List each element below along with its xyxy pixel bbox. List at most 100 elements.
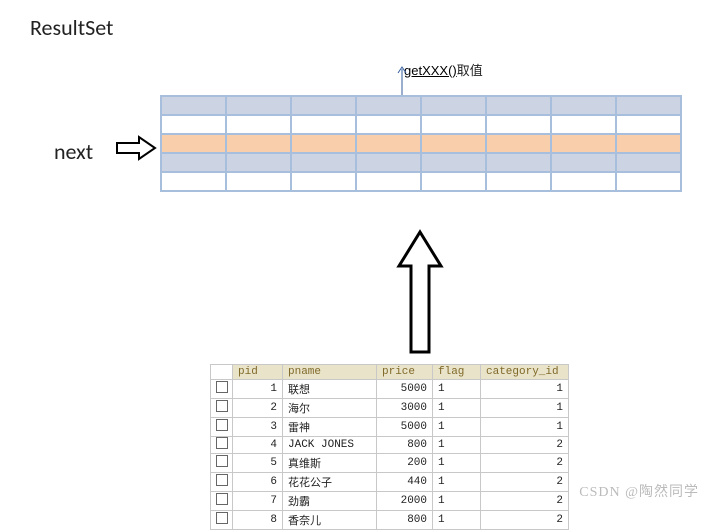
cell-flag: 1	[433, 399, 481, 418]
cell-price: 3000	[377, 399, 433, 418]
grid-cell	[226, 134, 291, 153]
row-checkbox[interactable]	[211, 437, 233, 454]
getxxx-method: getXXX()	[404, 63, 457, 78]
row-checkbox[interactable]	[211, 473, 233, 492]
table-row: 1 联想 5000 1 1	[211, 380, 569, 399]
grid-cell	[616, 115, 681, 134]
cell-flag: 1	[433, 473, 481, 492]
cell-category: 1	[481, 380, 569, 399]
table-row: 6 花花公子 440 1 2	[211, 473, 569, 492]
grid-cell	[616, 172, 681, 191]
table-row: 5 真维斯 200 1 2	[211, 454, 569, 473]
db-header-category: category_id	[481, 365, 569, 380]
grid-row	[161, 153, 681, 172]
cell-pname: 联想	[283, 380, 377, 399]
grid-row-current	[161, 134, 681, 153]
row-checkbox[interactable]	[211, 380, 233, 399]
cell-pid: 8	[233, 511, 283, 530]
cell-flag: 1	[433, 454, 481, 473]
getxxx-label: getXXX()取值	[404, 60, 483, 79]
cell-pname: 海尔	[283, 399, 377, 418]
grid-cell	[161, 172, 226, 191]
cell-price: 800	[377, 437, 433, 454]
db-header-row: pid pname price flag category_id	[211, 365, 569, 380]
grid-cell	[421, 134, 486, 153]
grid-cell	[421, 172, 486, 191]
cell-category: 2	[481, 454, 569, 473]
grid-cell	[291, 172, 356, 191]
cell-pid: 6	[233, 473, 283, 492]
grid-cell	[551, 172, 616, 191]
grid-cell	[291, 96, 356, 115]
cell-category: 2	[481, 473, 569, 492]
grid-cell	[161, 115, 226, 134]
grid-cell	[291, 134, 356, 153]
cell-flag: 1	[433, 492, 481, 511]
cell-price: 5000	[377, 380, 433, 399]
grid-row	[161, 96, 681, 115]
db-table: pid pname price flag category_id 1 联想 50…	[210, 364, 569, 530]
cell-pname: 劲霸	[283, 492, 377, 511]
cell-category: 1	[481, 418, 569, 437]
cell-pid: 5	[233, 454, 283, 473]
cell-price: 5000	[377, 418, 433, 437]
cell-price: 200	[377, 454, 433, 473]
cell-pid: 3	[233, 418, 283, 437]
row-checkbox[interactable]	[211, 511, 233, 530]
table-row: 7 劲霸 2000 1 2	[211, 492, 569, 511]
page-title: ResultSet	[30, 14, 113, 41]
cell-category: 2	[481, 492, 569, 511]
cell-pname: 花花公子	[283, 473, 377, 492]
grid-cell	[486, 172, 551, 191]
db-header-flag: flag	[433, 365, 481, 380]
grid-cell	[226, 172, 291, 191]
resultset-grid	[160, 95, 682, 192]
table-row: 2 海尔 3000 1 1	[211, 399, 569, 418]
grid-cell	[226, 153, 291, 172]
cell-category: 2	[481, 437, 569, 454]
db-header-checkbox	[211, 365, 233, 380]
grid-cell	[551, 153, 616, 172]
cell-pid: 4	[233, 437, 283, 454]
cell-flag: 1	[433, 418, 481, 437]
watermark-text: CSDN @陶然同学	[579, 481, 699, 501]
table-row: 8 香奈儿 800 1 2	[211, 511, 569, 530]
getxxx-suffix: 取值	[457, 63, 483, 78]
row-checkbox[interactable]	[211, 492, 233, 511]
db-body: 1 联想 5000 1 1 2 海尔 3000 1 1 3 雷神 5000 1 …	[211, 380, 569, 530]
grid-cell	[421, 153, 486, 172]
cell-flag: 1	[433, 437, 481, 454]
big-up-arrow-icon	[395, 228, 445, 356]
table-row: 3 雷神 5000 1 1	[211, 418, 569, 437]
cell-pid: 7	[233, 492, 283, 511]
cell-price: 2000	[377, 492, 433, 511]
row-checkbox[interactable]	[211, 399, 233, 418]
grid-cell	[161, 134, 226, 153]
grid-cell	[486, 96, 551, 115]
db-header-pid: pid	[233, 365, 283, 380]
grid-cell	[161, 153, 226, 172]
cell-pid: 1	[233, 380, 283, 399]
grid-cell	[486, 134, 551, 153]
grid-cell	[226, 115, 291, 134]
grid-cell	[421, 96, 486, 115]
row-checkbox[interactable]	[211, 418, 233, 437]
grid-cell	[486, 153, 551, 172]
grid-cell	[486, 115, 551, 134]
grid-cell	[551, 115, 616, 134]
grid-cell	[356, 172, 421, 191]
grid-cell	[291, 153, 356, 172]
cell-pid: 2	[233, 399, 283, 418]
cell-pname: 香奈儿	[283, 511, 377, 530]
row-checkbox[interactable]	[211, 454, 233, 473]
grid-cell	[356, 134, 421, 153]
diagram-root: ResultSet getXXX()取值 next	[0, 0, 717, 513]
cell-price: 800	[377, 511, 433, 530]
grid-cell	[551, 96, 616, 115]
cell-pname: 真维斯	[283, 454, 377, 473]
grid-cell	[291, 115, 356, 134]
cell-pname: 雷神	[283, 418, 377, 437]
grid-row	[161, 172, 681, 191]
table-row: 4 JACK JONES 800 1 2	[211, 437, 569, 454]
grid-cell	[616, 134, 681, 153]
